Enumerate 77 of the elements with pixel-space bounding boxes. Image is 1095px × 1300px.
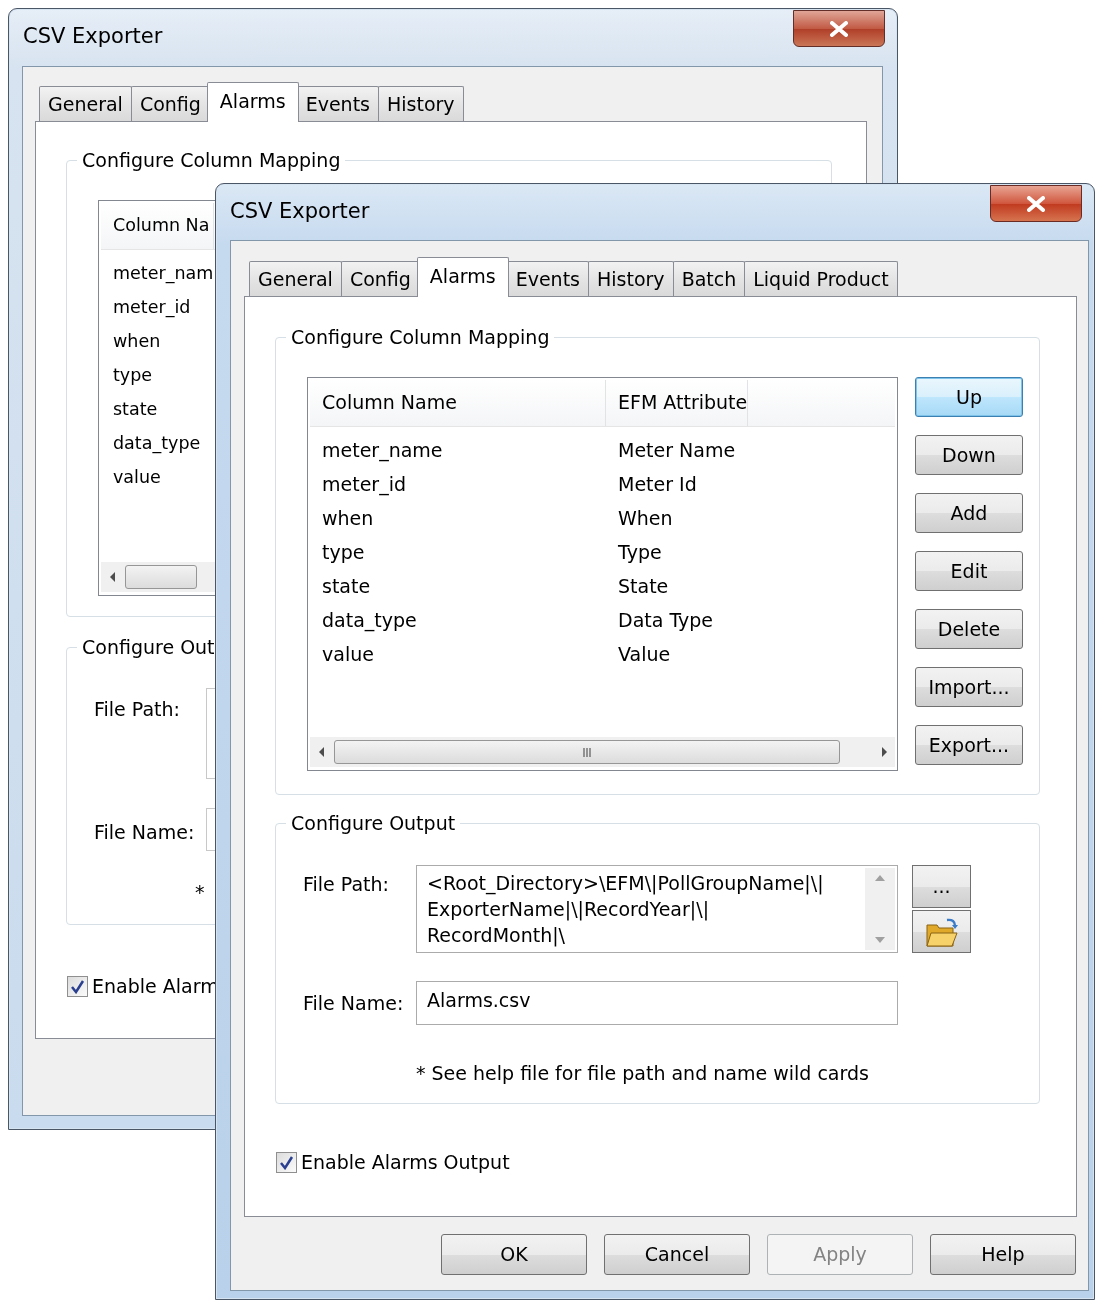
open-folder-button[interactable] — [912, 910, 971, 953]
column-header[interactable]: Column Name — [310, 380, 606, 426]
dialog-button[interactable]: OK — [441, 1234, 587, 1275]
table-cell-text: meter_nam — [112, 262, 215, 286]
close-icon — [1027, 195, 1045, 212]
table-cell-text: Type — [617, 540, 662, 565]
table-cell-text: when — [321, 506, 375, 531]
tab[interactable]: History — [378, 86, 464, 122]
help-note: * — [195, 880, 205, 905]
tab[interactable]: Alarms — [206, 82, 299, 122]
checkbox-label: Enable Alarms Output — [301, 1150, 510, 1175]
tab[interactable]: Config — [130, 86, 210, 122]
table-cell-text: data_type — [321, 608, 418, 634]
tab[interactable]: Batch — [672, 261, 746, 297]
check-icon — [279, 1154, 294, 1170]
table-cell-text: meter_name — [321, 438, 444, 464]
tab[interactable]: History — [588, 261, 674, 297]
scroll-right-arrow-icon — [880, 746, 888, 758]
table-cell-text: meter_id — [321, 472, 407, 498]
table-cell-text: value — [321, 642, 375, 667]
table-cell-text: state — [321, 574, 372, 599]
scrollbar-thumb[interactable] — [125, 565, 197, 589]
table-cell-text: Meter Name — [617, 438, 736, 463]
scroll-up-arrow-icon — [874, 874, 886, 882]
close-button[interactable] — [990, 185, 1082, 222]
table-cell-text: Data Type — [617, 608, 714, 633]
table-cell-text: State — [617, 574, 669, 599]
tab[interactable]: Events — [296, 86, 379, 122]
scroll-left-arrow-icon — [108, 571, 116, 583]
browse-button[interactable]: ... — [912, 865, 971, 908]
field-label: File Name: — [303, 991, 405, 1016]
tab[interactable]: Config — [340, 261, 420, 297]
tab[interactable]: Liquid Product — [744, 261, 898, 297]
file-name-field[interactable]: Alarms.csv — [416, 981, 898, 1025]
table-cell-text: value — [112, 466, 162, 489]
checkbox[interactable] — [276, 1151, 297, 1173]
table-cell-text: state — [112, 398, 159, 421]
grip-icon — [583, 747, 591, 757]
table-cell-text: when — [112, 330, 162, 353]
table-cell-text: Value — [617, 642, 671, 667]
table-cell-text: type — [321, 540, 366, 565]
field-label: File Path: — [303, 872, 390, 897]
field-label: File Path: — [94, 697, 180, 722]
tab[interactable]: Alarms — [416, 257, 509, 297]
table-cell-text: data_type — [112, 432, 202, 456]
list-action-button[interactable]: Export... — [915, 725, 1023, 765]
table-cell-text: When — [617, 506, 673, 531]
list-action-button[interactable]: Up — [915, 377, 1023, 417]
tab[interactable]: General — [249, 261, 342, 297]
help-note: * See help file for file path and name wild cards — [416, 1061, 870, 1085]
list-action-button[interactable]: Import... — [915, 667, 1023, 707]
window-title: CSV Exporter — [23, 23, 163, 49]
dialog-button[interactable]: Help — [930, 1234, 1076, 1275]
scrollbar-thumb[interactable] — [334, 740, 840, 764]
list-action-button[interactable]: Delete — [915, 609, 1023, 649]
horizontal-scrollbar[interactable] — [310, 737, 895, 767]
field-label: File Name: — [94, 820, 195, 845]
list-action-button[interactable]: Add — [915, 493, 1023, 533]
check-icon — [70, 978, 85, 994]
list-action-button[interactable]: Edit — [915, 551, 1023, 591]
close-icon — [830, 20, 848, 37]
list-action-button[interactable]: Down — [915, 435, 1023, 475]
column-header[interactable]: Column Na — [101, 203, 215, 249]
file-path-field[interactable]: <Root_Directory>\EFM\|PollGroupName|\| ExporterName|\|RecordYear|\| RecordMonth|\ — [416, 865, 898, 953]
dialog-button[interactable]: Cancel — [604, 1234, 750, 1275]
table-cell-text: type — [112, 364, 154, 387]
tab[interactable]: Events — [506, 261, 589, 297]
scroll-left-arrow-icon — [317, 746, 325, 758]
checkbox[interactable] — [67, 975, 88, 997]
column-header[interactable]: EFM Attribute — [606, 380, 749, 426]
window-title: CSV Exporter — [230, 198, 370, 224]
close-button[interactable] — [793, 10, 885, 47]
scroll-down-arrow-icon — [874, 936, 886, 944]
folder-icon — [924, 916, 959, 947]
table-cell-text: Meter Id — [617, 472, 697, 497]
table-cell-text: meter_id — [112, 296, 192, 320]
tab[interactable]: General — [39, 86, 132, 122]
